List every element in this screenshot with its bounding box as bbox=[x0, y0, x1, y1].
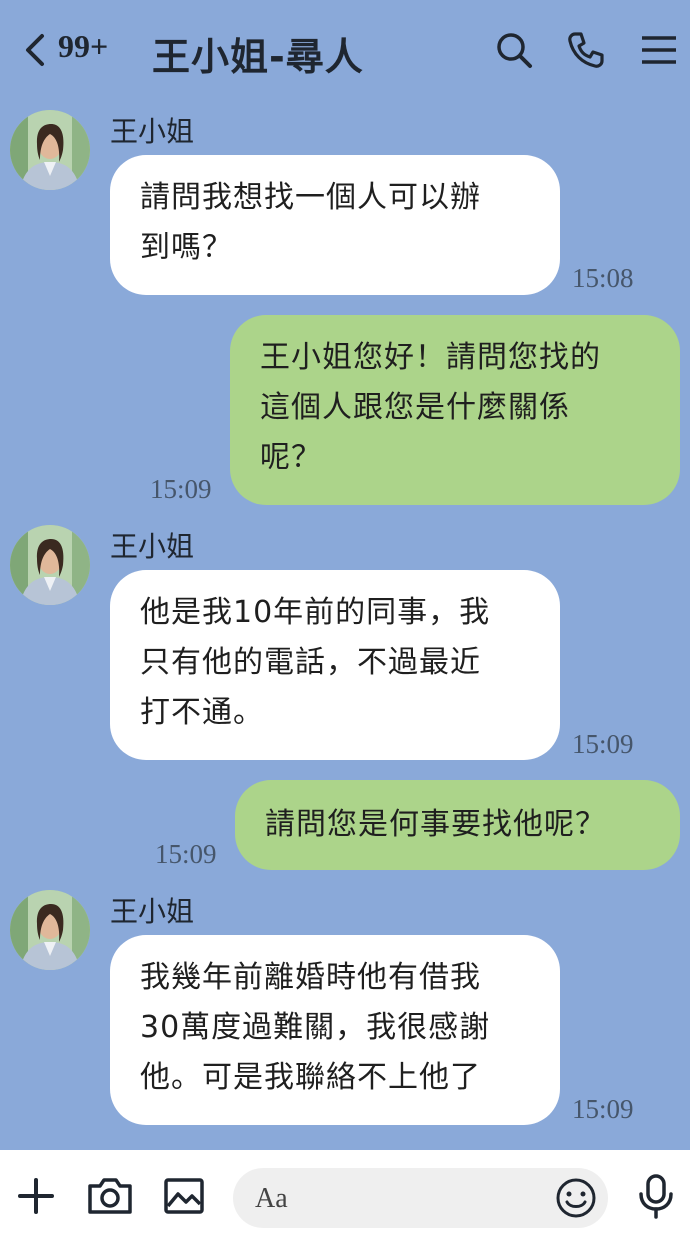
message-line: 王小姐您好！請問您找的 bbox=[260, 340, 601, 375]
chat-header: 99+ 王小姐-尋人 bbox=[0, 0, 690, 100]
message-line: 這個人跟您是什麼關係 bbox=[260, 390, 570, 425]
image-icon[interactable] bbox=[160, 1172, 208, 1220]
message-line: 請問您是何事要找他呢？ bbox=[265, 807, 606, 842]
message-line: 呢？ bbox=[260, 440, 322, 475]
message-line: 30萬度過難關，我很感謝 bbox=[140, 1010, 491, 1045]
avatar[interactable] bbox=[10, 110, 90, 190]
menu-icon[interactable] bbox=[640, 30, 680, 70]
search-icon[interactable] bbox=[494, 30, 534, 70]
avatar[interactable] bbox=[10, 525, 90, 605]
sender-name: 王小姐 bbox=[110, 895, 195, 928]
chat-title: 王小姐-尋人 bbox=[152, 35, 364, 79]
phone-icon[interactable] bbox=[566, 30, 606, 70]
message-line: 打不通。 bbox=[140, 695, 264, 730]
camera-icon[interactable] bbox=[86, 1172, 134, 1220]
message-input-box[interactable] bbox=[233, 1168, 608, 1228]
message-timestamp: 15:09 bbox=[572, 729, 634, 759]
message-line: 到嗎？ bbox=[140, 230, 233, 265]
message-line: 只有他的電話，不過最近 bbox=[140, 645, 481, 680]
microphone-icon[interactable] bbox=[632, 1172, 680, 1220]
message-line: 他是我10年前的同事，我 bbox=[140, 595, 491, 630]
message-line: 他。可是我聯絡不上他了 bbox=[140, 1060, 481, 1095]
message-line: 我幾年前離婚時他有借我 bbox=[140, 960, 481, 995]
message-bubble-incoming[interactable]: 我幾年前離婚時他有借我 30萬度過難關，我很感謝 他。可是我聯絡不上他了 bbox=[110, 935, 560, 1125]
emoji-icon[interactable] bbox=[554, 1176, 598, 1220]
message-timestamp: 15:09 bbox=[150, 474, 212, 504]
message-bubble-outgoing[interactable]: 請問您是何事要找他呢？ bbox=[235, 780, 680, 870]
sender-name: 王小姐 bbox=[110, 115, 195, 148]
message-timestamp: 15:08 bbox=[572, 263, 634, 293]
message-input[interactable] bbox=[253, 1176, 537, 1222]
plus-icon[interactable] bbox=[12, 1172, 60, 1220]
message-bubble-outgoing[interactable]: 王小姐您好！請問您找的 這個人跟您是什麼關係 呢？ bbox=[230, 315, 680, 505]
message-timestamp: 15:09 bbox=[572, 1094, 634, 1124]
sender-name: 王小姐 bbox=[110, 530, 195, 563]
message-bubble-incoming[interactable]: 請問我想找一個人可以辦 到嗎？ bbox=[110, 155, 560, 295]
message-timestamp: 15:09 bbox=[155, 839, 217, 869]
avatar[interactable] bbox=[10, 890, 90, 970]
message-composer bbox=[0, 1150, 690, 1242]
message-line: 請問我想找一個人可以辦 bbox=[140, 180, 481, 215]
chevron-left-icon[interactable] bbox=[22, 30, 48, 70]
message-bubble-incoming[interactable]: 他是我10年前的同事，我 只有他的電話，不過最近 打不通。 bbox=[110, 570, 560, 760]
unread-count[interactable]: 99+ bbox=[58, 28, 108, 65]
